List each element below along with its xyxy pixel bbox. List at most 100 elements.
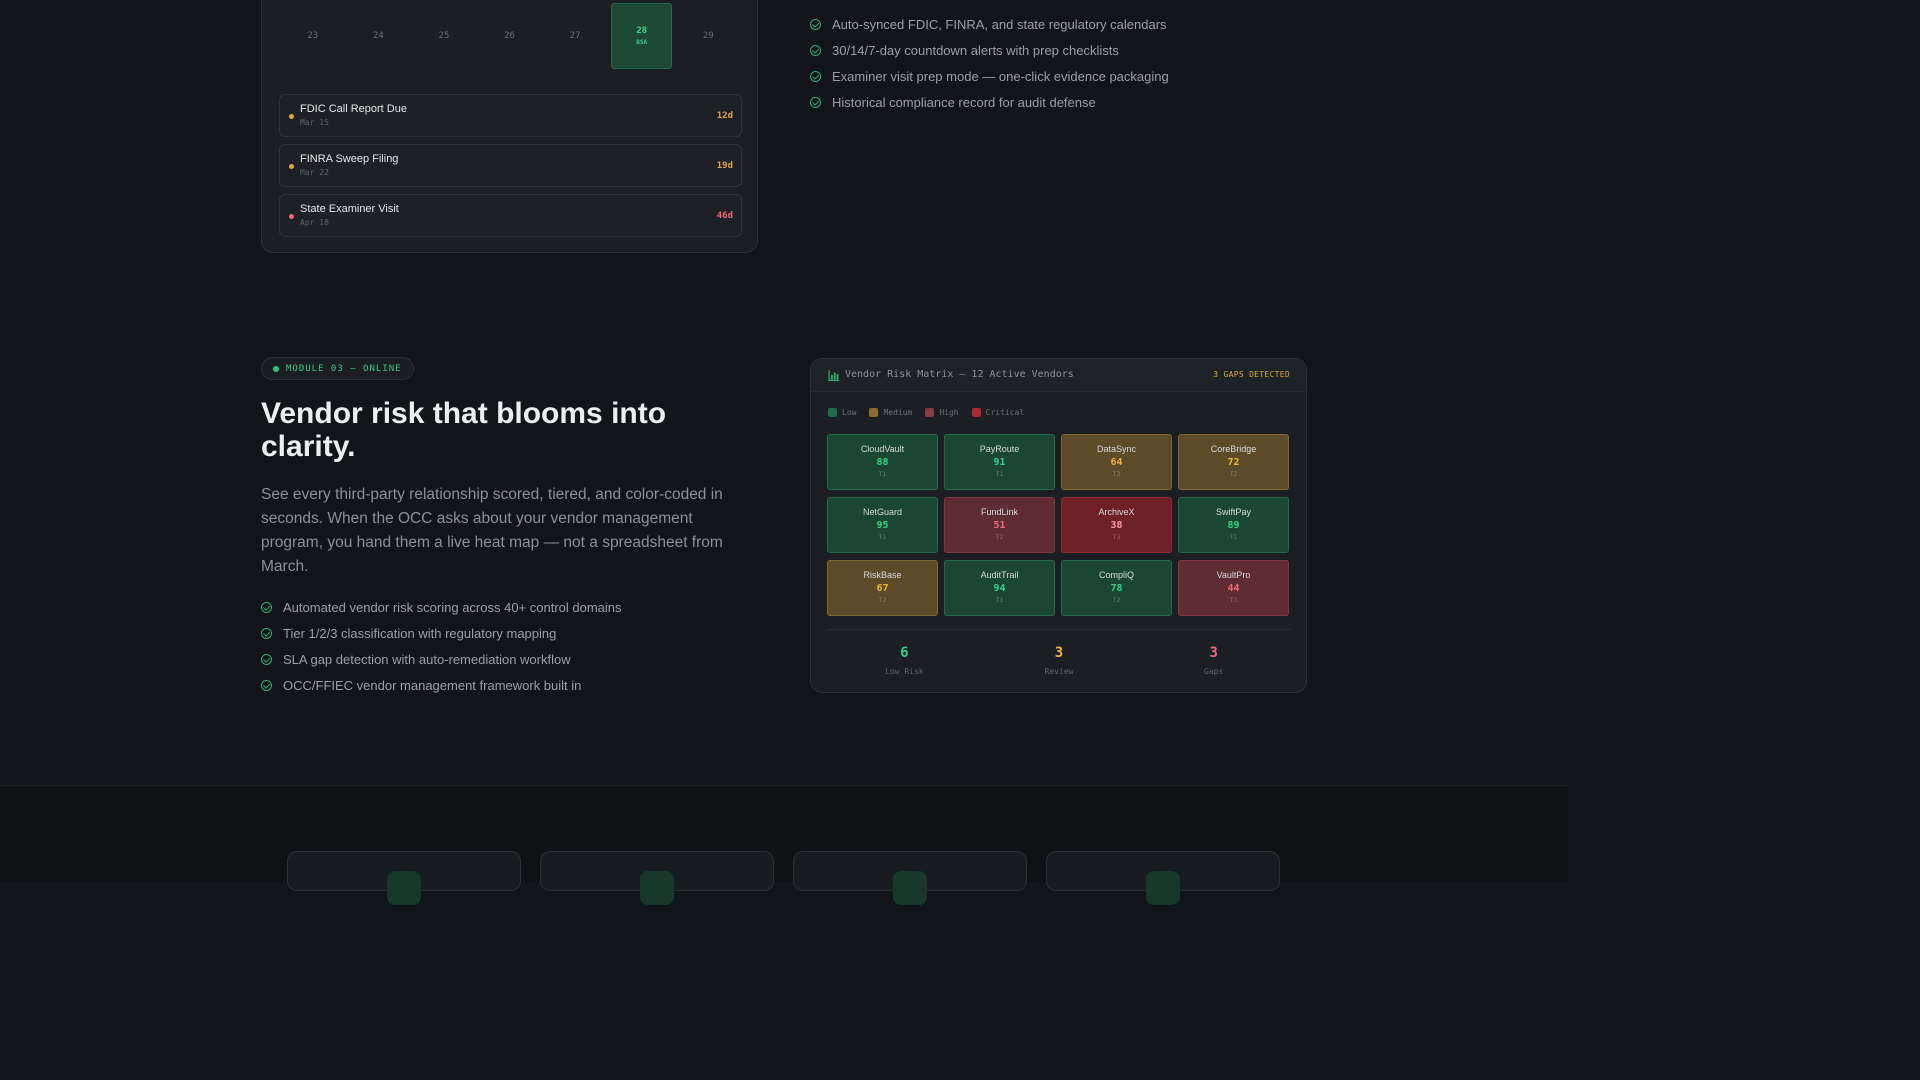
vendor-tier: T2 [995, 533, 1004, 541]
feature-item: OCC/FFIEC vendor management framework bu… [261, 673, 622, 699]
feature-text: 30/14/7-day countdown alerts with prep c… [832, 42, 1119, 58]
deadline-item[interactable]: FDIC Call Report Due Mar 15 12d [279, 94, 742, 137]
feature-item: SLA gap detection with auto-remediation … [261, 646, 622, 672]
feature-item: Tier 1/2/3 classification with regulator… [261, 620, 622, 646]
vendor-feature-list: Automated vendor risk scoring across 40+… [261, 594, 622, 699]
feature-card-icon [1146, 871, 1180, 905]
online-dot-icon [273, 365, 279, 372]
vendor-score: 72 [1227, 457, 1240, 468]
vendor-name: FundLink [980, 507, 1019, 517]
vendor-tier: T2 [1112, 470, 1121, 478]
vendor-cell[interactable]: PayRoute 91 T1 [944, 434, 1055, 490]
vendor-tier: T1 [1229, 533, 1238, 541]
legend-swatch [925, 408, 935, 417]
vendor-name: NetGuard [862, 507, 903, 517]
vendor-score: 94 [993, 583, 1006, 594]
vendor-cell[interactable]: CompliQ 78 T2 [1061, 560, 1172, 616]
legend-swatch [828, 408, 837, 417]
calendar-day[interactable]: 26 [480, 3, 540, 69]
vendor-name: DataSync [1096, 444, 1137, 454]
vendor-cell[interactable]: AuditTrail 94 T1 [944, 560, 1055, 616]
section-description: See every third-party relationship score… [261, 486, 723, 575]
feature-card-icon [893, 871, 927, 905]
summary-value: 3 [1054, 645, 1064, 661]
vendor-name: ArchiveX [1098, 507, 1135, 517]
vendor-tier: T3 [1112, 533, 1121, 541]
calendar-day-active[interactable]: 28 BSA [610, 3, 673, 69]
legend-swatch [971, 408, 981, 417]
vendor-tier: T1 [878, 533, 887, 541]
feature-item: Examiner visit prep mode — one-click evi… [810, 63, 1169, 89]
summary-gaps: 3 Gaps [1136, 630, 1291, 676]
feature-card[interactable] [1046, 851, 1280, 905]
legend-item: Low [828, 408, 856, 417]
compliance-calendar-card: 23 24 25 26 27 28 BSA 29 FDIC Call Repor… [261, 0, 758, 253]
summary-value: 3 [1209, 645, 1218, 661]
deadline-item[interactable]: FINRA Sweep Filing Mar 22 19d [279, 144, 742, 187]
feature-text: Historical compliance record for audit d… [832, 95, 1096, 111]
legend-label: High [939, 408, 959, 417]
check-circle-icon [261, 627, 272, 639]
feature-card-icon [640, 871, 674, 905]
deadline-date: Mar 15 [300, 118, 329, 127]
summary-low-risk: 6 Low Risk [827, 630, 982, 676]
bar-chart-icon [828, 370, 839, 381]
feature-card[interactable] [287, 851, 521, 905]
vendor-cell[interactable]: NetGuard 95 T1 [827, 497, 938, 553]
status-dot-icon [289, 214, 294, 219]
feature-text: Auto-synced FDIC, FINRA, and state regul… [832, 16, 1167, 32]
calendar-day-tag: BSA [636, 39, 648, 46]
feature-text: Examiner visit prep mode — one-click evi… [832, 68, 1169, 84]
vendor-risk-matrix-card: Vendor Risk Matrix — 12 Active Vendors 3… [810, 358, 1307, 693]
calendar-day-label: 25 [438, 31, 450, 41]
vendor-tier: T2 [878, 596, 887, 604]
vendor-cell[interactable]: ArchiveX 38 T3 [1061, 497, 1172, 553]
vendor-tier: T1 [995, 470, 1004, 478]
calendar-week-row: 23 24 25 26 27 28 BSA 29 [280, 3, 741, 69]
deadline-countdown: 46d [716, 211, 733, 221]
vendor-name: PayRoute [979, 444, 1020, 454]
feature-text: SLA gap detection with auto-remediation … [283, 651, 571, 667]
vendor-cell[interactable]: DataSync 64 T2 [1061, 434, 1172, 490]
check-circle-icon [810, 44, 821, 56]
check-circle-icon [810, 70, 821, 82]
feature-card[interactable] [793, 851, 1027, 905]
vendor-cell[interactable]: VaultPro 44 T3 [1178, 560, 1289, 616]
deadline-item[interactable]: State Examiner Visit Apr 18 46d [279, 194, 742, 237]
vendor-name: CompliQ [1098, 570, 1134, 580]
feature-card[interactable] [540, 851, 774, 905]
vendor-cell[interactable]: RiskBase 67 T2 [827, 560, 938, 616]
risk-legend: Low Medium High Critical [828, 408, 1037, 417]
legend-label: Medium [883, 408, 913, 417]
legend-label: Critical [985, 408, 1025, 417]
vendor-score: 67 [876, 583, 889, 594]
deadline-title: FINRA Sweep Filing [300, 153, 399, 165]
vendor-heatmap-grid: CloudVault 88 T1 PayRoute 91 T1 DataSync 64 T2 Co… [827, 434, 1291, 616]
deadline-title: State Examiner Visit [300, 203, 399, 215]
check-circle-icon [810, 18, 821, 30]
vendor-cell[interactable]: CoreBridge 72 T2 [1178, 434, 1289, 490]
calendar-day[interactable]: 29 [678, 3, 738, 69]
vendor-score: 95 [876, 520, 889, 531]
vendor-cell[interactable]: FundLink 51 T2 [944, 497, 1055, 553]
vendor-score: 89 [1227, 520, 1240, 531]
vendor-score: 88 [876, 457, 889, 468]
deadline-date: Mar 22 [300, 168, 329, 177]
calendar-day[interactable]: 27 [545, 3, 605, 69]
status-dot-icon [289, 164, 294, 169]
deadline-countdown: 12d [716, 111, 733, 121]
vendor-cell[interactable]: SwiftPay 89 T1 [1178, 497, 1289, 553]
calendar-day-label: 26 [504, 31, 515, 41]
vendor-cell[interactable]: CloudVault 88 T1 [827, 434, 938, 490]
vendor-tier: T1 [995, 596, 1004, 604]
gaps-detected-badge: 3 GAPS DETECTED [1213, 370, 1290, 379]
calendar-day[interactable]: 24 [349, 3, 409, 69]
vendor-name: VaultPro [1216, 570, 1251, 580]
calendar-day[interactable]: 25 [414, 3, 474, 69]
deadline-countdown: 19d [716, 161, 733, 171]
vendor-score: 38 [1110, 520, 1123, 531]
calendar-day-label: 27 [569, 31, 581, 41]
calendar-day[interactable]: 23 [283, 3, 343, 69]
legend-item: Medium [869, 408, 912, 417]
legend-swatch [869, 408, 879, 417]
